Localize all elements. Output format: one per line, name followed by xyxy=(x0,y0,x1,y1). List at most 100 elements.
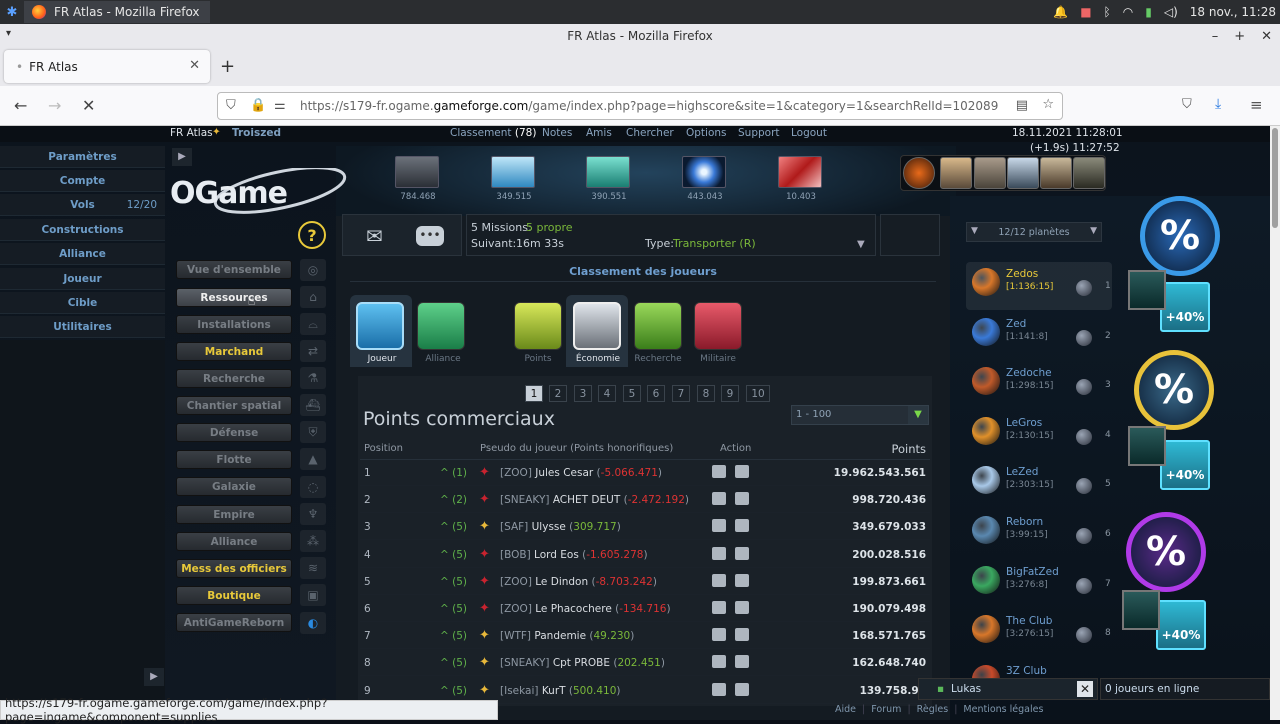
planet-icon[interactable] xyxy=(972,565,1000,594)
row-player[interactable]: [SNEAKY] Cpt PROBE (202.451) xyxy=(500,657,665,669)
hamburger-menu-icon[interactable]: ≡ xyxy=(1250,96,1263,114)
link-logout[interactable]: Logout xyxy=(791,127,827,139)
technocrat-officer-icon[interactable] xyxy=(1040,157,1072,189)
boost-3b-icon[interactable] xyxy=(1122,590,1160,630)
officers-icon[interactable]: ≋ xyxy=(300,557,326,579)
page-2[interactable]: 2 xyxy=(549,385,567,402)
nav-recherche[interactable]: Recherche xyxy=(176,369,292,388)
fleet-icon[interactable]: ▲ xyxy=(300,448,326,470)
collapse-menu-icon[interactable]: ▶ xyxy=(172,148,192,166)
nav-mess-officiers[interactable]: Mess des officiers xyxy=(176,559,292,578)
bookmark-star-icon[interactable]: ☆ xyxy=(1042,97,1054,112)
link-options[interactable]: Options xyxy=(686,127,727,139)
geologist-officer-icon[interactable] xyxy=(1007,157,1039,189)
boost-2b-icon[interactable] xyxy=(1128,426,1166,466)
ogame-logo[interactable]: OGame xyxy=(170,166,347,218)
buddy-request-icon[interactable] xyxy=(735,573,749,587)
camera-icon[interactable]: ■ xyxy=(1080,5,1091,19)
planet-item[interactable]: The Club [3:276:15] 8 xyxy=(966,609,1112,657)
moon-icon[interactable] xyxy=(1076,379,1092,396)
dark-matter-resource-icon[interactable] xyxy=(778,156,822,188)
range-dropdown-icon[interactable]: ▼ xyxy=(908,406,928,424)
buddy-request-icon[interactable] xyxy=(735,492,749,506)
planet-item[interactable]: Reborn [3:99:15] 6 xyxy=(966,510,1112,558)
page-6[interactable]: 6 xyxy=(647,385,665,402)
row-player[interactable]: [ZOO] Le Phacochere (-134.716) xyxy=(500,603,671,615)
buddy-request-icon[interactable] xyxy=(735,682,749,696)
row-player[interactable]: [SNEAKY] ACHET DEUT (-2.472.192) xyxy=(500,494,689,506)
taskbar-firefox-window[interactable]: FR Atlas - Mozilla Firefox xyxy=(24,1,210,23)
shield-icon[interactable]: ⛉ xyxy=(226,98,236,113)
player-name[interactable]: Troiszed xyxy=(232,127,281,139)
clock[interactable]: 18 nov., 11:28 xyxy=(1190,5,1276,19)
page-1[interactable]: 1 xyxy=(525,385,543,402)
nav-ressources[interactable]: Ressources xyxy=(176,288,292,307)
shop-icon[interactable]: ▣ xyxy=(300,584,326,606)
planet-item[interactable]: Zedos [1:136:15] 1 xyxy=(966,262,1112,310)
page-8[interactable]: 8 xyxy=(697,385,715,402)
shipyard-icon[interactable]: ⛴ xyxy=(300,394,326,416)
reader-view-icon[interactable]: ▤ xyxy=(1016,98,1028,113)
trader-icon[interactable]: ⇄ xyxy=(300,340,326,362)
buddy-request-icon[interactable] xyxy=(735,655,749,669)
browser-tab[interactable]: • FR Atlas ✕ xyxy=(4,50,210,83)
nav-boutique[interactable]: Boutique xyxy=(176,586,292,605)
tab-joueur[interactable]: Joueur xyxy=(352,354,412,364)
overview-icon[interactable]: ◎ xyxy=(300,259,326,281)
volume-icon[interactable]: ◁) xyxy=(1164,5,1178,19)
send-message-icon[interactable] xyxy=(712,655,726,669)
antigame-icon[interactable]: ◐ xyxy=(300,612,326,634)
nav-installations[interactable]: Installations xyxy=(176,315,292,334)
downloads-icon[interactable]: ⤓ xyxy=(1215,96,1221,112)
admiral-officer-icon[interactable] xyxy=(940,157,972,189)
alliance-icon[interactable]: ⁂ xyxy=(300,530,326,552)
link-chercher[interactable]: Chercher xyxy=(626,127,674,139)
promo-1-icon[interactable]: % xyxy=(1140,196,1220,276)
galaxy-icon[interactable]: ◌ xyxy=(300,476,326,498)
page-5[interactable]: 5 xyxy=(623,385,641,402)
row-player[interactable]: [SAF] Ulysse (309.717) xyxy=(500,521,621,533)
menu-parametres[interactable]: Paramètres xyxy=(0,146,165,168)
nav-flotte[interactable]: Flotte xyxy=(176,450,292,469)
stop-loading-icon[interactable]: ✕ xyxy=(82,96,95,115)
planet-icon[interactable] xyxy=(972,466,1000,495)
send-message-icon[interactable] xyxy=(712,546,726,560)
nav-defense[interactable]: Défense xyxy=(176,423,292,442)
url-bar[interactable]: ⛉ 🔒 ⚌ https://s179-fr.ogame.gameforge.co… xyxy=(217,92,1063,120)
footer-mentions[interactable]: Mentions légales xyxy=(963,704,1043,715)
link-support[interactable]: Support xyxy=(738,127,780,139)
page-scrollbar[interactable] xyxy=(1270,126,1280,720)
nav-vue-ensemble[interactable]: Vue d'ensemble xyxy=(176,260,292,279)
back-arrow-icon[interactable]: ← xyxy=(14,96,27,115)
promo-2-icon[interactable]: % xyxy=(1134,350,1214,430)
buddy-request-icon[interactable] xyxy=(735,546,749,560)
facilities-icon[interactable]: ⌓ xyxy=(300,313,326,335)
help-icon[interactable]: ? xyxy=(298,221,326,249)
planet-icon[interactable] xyxy=(972,317,1000,346)
buddy-request-icon[interactable] xyxy=(735,628,749,642)
bluetooth-icon[interactable]: ᛒ xyxy=(1104,5,1111,19)
menu-compte[interactable]: Compte xyxy=(0,170,165,192)
page-7[interactable]: 7 xyxy=(672,385,690,402)
moon-icon[interactable] xyxy=(1076,528,1092,544)
buddy-request-icon[interactable] xyxy=(735,601,749,614)
page-10[interactable]: 10 xyxy=(746,385,770,402)
economy-category-icon[interactable] xyxy=(573,302,621,350)
military-category-icon[interactable] xyxy=(694,302,742,350)
footer-forum[interactable]: Forum xyxy=(871,704,901,715)
planet-item[interactable]: LeZed [2:303:15] 5 xyxy=(966,460,1112,508)
moon-icon[interactable] xyxy=(1076,428,1092,445)
deuterium-resource-icon[interactable] xyxy=(586,156,630,188)
send-message-icon[interactable] xyxy=(712,465,726,478)
tab-recherche[interactable]: Recherche xyxy=(628,354,688,364)
send-message-icon[interactable] xyxy=(712,492,726,506)
link-amis[interactable]: Amis xyxy=(586,127,612,139)
nav-galaxie[interactable]: Galaxie xyxy=(176,477,292,496)
lock-icon[interactable]: 🔒 xyxy=(250,98,266,113)
row-player[interactable]: [ZOO] Le Dindon (-8.703.242) xyxy=(500,576,657,588)
research-icon[interactable]: ⚗ xyxy=(300,367,326,389)
planet-sort-down-icon[interactable]: ▼ xyxy=(971,226,978,236)
planet-item[interactable]: Zed [1:141:8] 2 xyxy=(966,312,1112,360)
crystal-resource-icon[interactable] xyxy=(491,156,535,188)
boost-1-icon[interactable]: +40% xyxy=(1160,282,1210,332)
